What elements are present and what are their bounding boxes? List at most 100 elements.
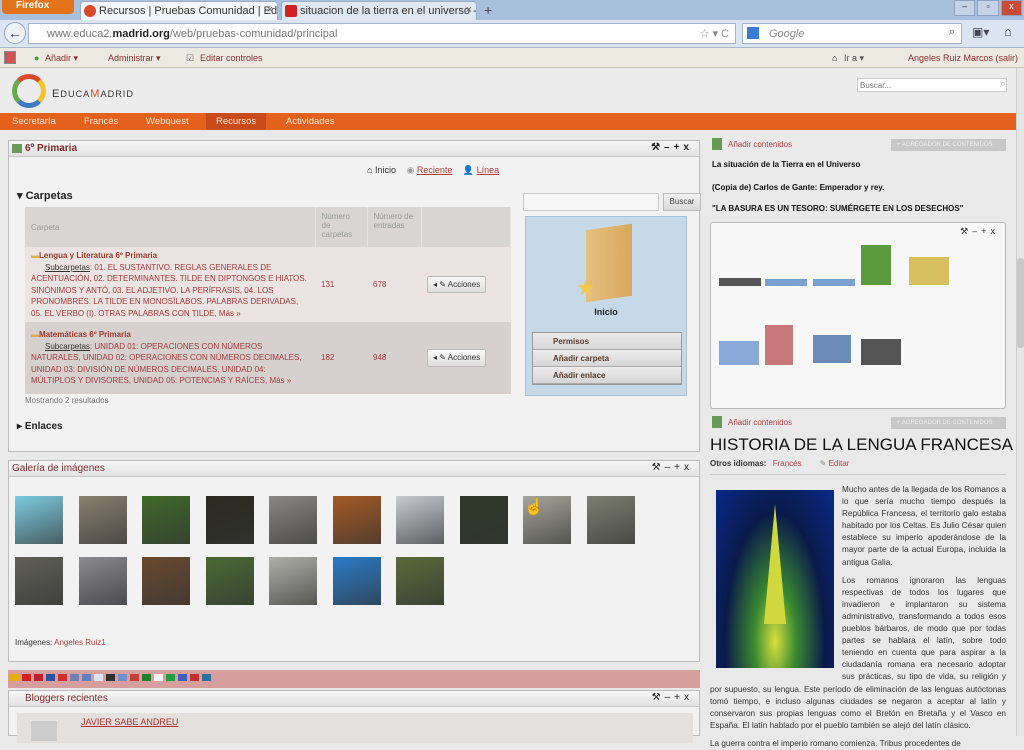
firefox-menu-button[interactable]: Firefox: [2, 0, 74, 14]
col-num-carpetas[interactable]: Número de carpetas: [315, 207, 368, 247]
menu-add-folder[interactable]: Añadir carpeta: [533, 350, 681, 367]
search-icon[interactable]: ⌕: [1000, 78, 1006, 91]
nav-recursos[interactable]: Recursos: [206, 113, 267, 130]
language-link[interactable]: Francés: [773, 459, 802, 468]
language-flag-icon[interactable]: [178, 674, 187, 681]
link-reciente[interactable]: Reciente: [417, 165, 453, 175]
content-aggregator-button[interactable]: + AGREGADOR DE CONTENIDOS: [891, 139, 1006, 151]
portlet-controls[interactable]: ⚒–+x: [651, 142, 693, 153]
page-scrollbar[interactable]: [1016, 68, 1024, 736]
actions-button[interactable]: ◂ ✎ Acciones: [427, 349, 487, 367]
maximize-button[interactable]: ▫: [977, 0, 999, 16]
folder-link[interactable]: Matemáticas 6º Primaria: [39, 330, 131, 339]
gallery-thumbnail[interactable]: [269, 557, 317, 605]
site-logo-text[interactable]: EDUCAMADRID: [52, 88, 134, 100]
gallery-thumbnail[interactable]: [332, 496, 381, 544]
language-flag-icon[interactable]: [22, 674, 31, 681]
nav-actividades[interactable]: Actividades: [286, 116, 335, 127]
gallery-thumbnail[interactable]: [332, 557, 381, 605]
language-flag-icon[interactable]: [46, 674, 55, 681]
col-carpeta[interactable]: Carpeta: [25, 207, 316, 247]
search-icon[interactable]: ⌕: [949, 26, 955, 39]
link-linea[interactable]: Línea: [477, 165, 500, 175]
reload-icon[interactable]: ☆ ▾ C: [700, 27, 729, 40]
gallery-thumbnail[interactable]: [205, 496, 254, 544]
language-flag-icon[interactable]: [130, 674, 139, 681]
thumbnail[interactable]: [861, 339, 901, 365]
gallery-thumbnail[interactable]: [15, 496, 63, 544]
thumbnail[interactable]: [765, 279, 807, 286]
bookmarks-icon[interactable]: ▣▾: [972, 25, 989, 39]
language-flag-icon[interactable]: [142, 674, 151, 681]
user-signout-link[interactable]: Angeles Ruiz Marcos (salir): [908, 53, 1018, 63]
gallery-thumbnail[interactable]: [142, 496, 190, 544]
menu-add-link[interactable]: Añadir enlace: [533, 367, 681, 384]
thumbnail[interactable]: [813, 335, 851, 363]
gallery-thumbnail[interactable]: [269, 496, 317, 544]
close-window-button[interactable]: x: [1000, 0, 1022, 16]
language-flag-icon[interactable]: [82, 674, 91, 681]
language-flag-icon[interactable]: [166, 674, 175, 681]
col-num-entradas[interactable]: Número de entradas: [367, 207, 422, 247]
language-flag-icon[interactable]: [154, 674, 163, 681]
language-flag-icon[interactable]: [94, 674, 103, 681]
thumbnail[interactable]: [813, 279, 855, 286]
nav-frances[interactable]: Francés: [84, 116, 118, 127]
language-flag-icon[interactable]: [34, 674, 43, 681]
language-flag-icon[interactable]: [10, 674, 19, 681]
tab-recursos[interactable]: Recursos | Pruebas Comunidad | Edu... ×: [80, 1, 278, 20]
gallery-thumbnail[interactable]: [78, 557, 127, 605]
blogger-link[interactable]: JAVIER SABE ANDREU: [81, 717, 178, 727]
enlaces-toggle[interactable]: ▸ Enlaces: [17, 421, 63, 432]
credit-user-link[interactable]: Angeles Ruiz1: [54, 638, 106, 647]
new-tab-button[interactable]: +: [484, 2, 492, 18]
language-flag-icon[interactable]: [190, 674, 199, 681]
nav-secretaria[interactable]: Secretaría: [12, 116, 56, 127]
nav-webquest[interactable]: Webquest: [146, 116, 189, 127]
content-aggregator-button[interactable]: + AGREGADOR DE CONTENIDOS: [891, 417, 1006, 429]
portlet-controls[interactable]: ⚒–+x: [652, 462, 693, 473]
language-flag-icon[interactable]: [70, 674, 79, 681]
gallery-thumbnail[interactable]: [396, 496, 444, 544]
add-menu[interactable]: Añadir ▾: [45, 53, 78, 64]
minimize-button[interactable]: –: [954, 0, 976, 16]
content-item[interactable]: (Copia de) Carlos de Gante: Emperador y …: [712, 183, 884, 192]
content-item[interactable]: "LA BASURA ES UN TESORO: SUMÉRGETE EN LO…: [712, 204, 963, 213]
portlet-controls[interactable]: ⚒–+x: [652, 692, 693, 703]
portlet-controls[interactable]: ⚒–+x: [960, 226, 999, 237]
carpetas-toggle[interactable]: ▾ Carpetas: [17, 189, 73, 202]
gallery-thumbnail[interactable]: [586, 496, 635, 544]
add-content-link[interactable]: Añadir contenidos: [728, 140, 792, 149]
thumbnail[interactable]: [909, 257, 949, 285]
link-inicio[interactable]: Inicio: [375, 165, 396, 175]
thumbnail[interactable]: [861, 245, 891, 285]
back-button[interactable]: ←: [4, 22, 26, 44]
edit-controls-toggle[interactable]: Editar controles: [200, 53, 263, 63]
add-content-link[interactable]: Añadir contenidos: [728, 418, 792, 427]
gallery-thumbnail[interactable]: [205, 557, 254, 605]
close-tab-icon[interactable]: ×: [466, 4, 472, 16]
gallery-thumbnail[interactable]: [15, 557, 63, 605]
gallery-thumbnail[interactable]: [142, 557, 190, 605]
folder-link[interactable]: Lengua y Literatura 6º Primaria: [39, 251, 157, 260]
dock-icon[interactable]: [4, 51, 16, 64]
language-flag-icon[interactable]: [202, 674, 211, 681]
actions-button[interactable]: ◂ ✎ Acciones: [427, 275, 487, 294]
goto-menu[interactable]: Ir a ▾: [844, 53, 864, 64]
menu-permisos[interactable]: Permisos: [533, 333, 681, 350]
site-search-input[interactable]: [857, 78, 1007, 92]
gallery-thumbnail[interactable]: [78, 496, 127, 544]
scrollbar-thumb[interactable]: [1017, 258, 1024, 348]
folder-search-input[interactable]: [523, 193, 659, 211]
search-engine-box[interactable]: Google ⌕: [742, 23, 962, 44]
language-flag-icon[interactable]: [106, 674, 115, 681]
folder-search-button[interactable]: Buscar: [663, 193, 701, 211]
thumbnail[interactable]: [719, 278, 761, 286]
content-item[interactable]: La situación de la Tierra en el Universo: [712, 160, 860, 169]
language-flag-icon[interactable]: [58, 674, 67, 681]
thumbnail[interactable]: [765, 325, 793, 365]
home-icon[interactable]: ⌂: [1004, 24, 1012, 39]
gallery-thumbnail[interactable]: [396, 557, 444, 605]
manage-menu[interactable]: Administrar ▾: [108, 53, 161, 64]
language-flag-icon[interactable]: [118, 674, 127, 681]
